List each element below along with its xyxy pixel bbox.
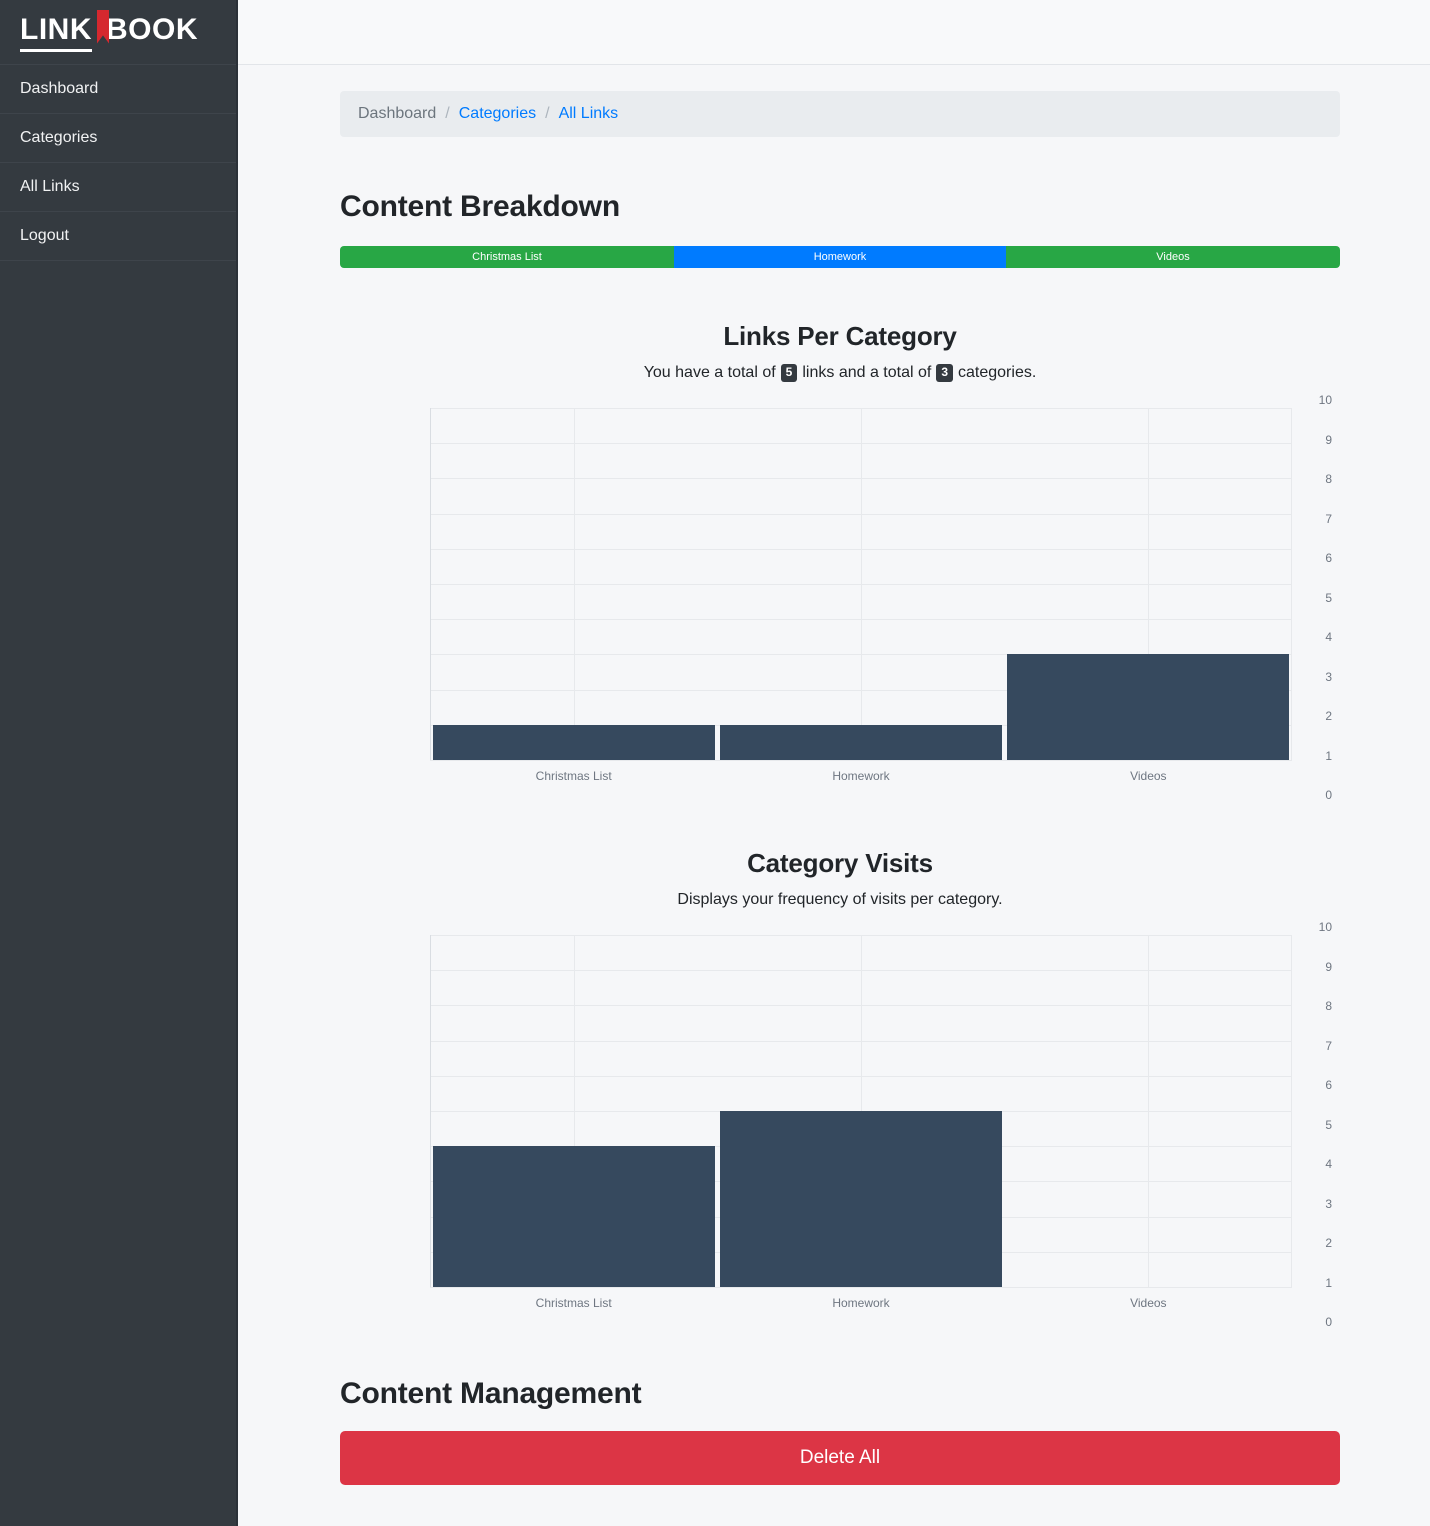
sidebar-item-categories[interactable]: Categories: [0, 114, 236, 163]
app-root: LINK BOOK Dashboard Categories All Links…: [0, 0, 1430, 1526]
sidebar-item-label: All Links: [20, 178, 80, 195]
subtitle-text-part3: categories.: [958, 364, 1037, 381]
y-axis-tick-label: 2: [1325, 1236, 1332, 1250]
subtitle-text-part1: You have a total of: [643, 364, 776, 381]
sidebar-item-label: Dashboard: [20, 80, 99, 97]
gridline-vertical: [1291, 408, 1292, 760]
topbar: [238, 0, 1430, 65]
gridline-vertical: [573, 408, 575, 760]
segment-homework[interactable]: Homework: [674, 246, 1006, 268]
chart-title: Links Per Category: [723, 321, 957, 351]
sidebar-item-dashboard[interactable]: Dashboard: [0, 65, 236, 114]
content-management-title: Content Management: [340, 1377, 642, 1410]
sidebar-nav: Dashboard Categories All Links Logout: [0, 65, 236, 261]
y-axis-tick-label: 4: [1325, 1157, 1332, 1171]
segment-christmas-list[interactable]: Christmas List: [340, 246, 674, 268]
y-axis-tick-label: 9: [1325, 432, 1332, 447]
gridline-vertical: [861, 408, 862, 760]
breadcrumb-separator: /: [445, 105, 450, 122]
delete-all-button[interactable]: Delete All: [340, 1431, 1340, 1485]
gridline-horizontal: [430, 1287, 1292, 1288]
chart-subtitle: Displays your frequency of visits per ca…: [340, 891, 1340, 909]
y-axis-line: [430, 935, 431, 1287]
y-axis-tick-label: 1: [1325, 1275, 1332, 1290]
sidebar-item-all-links[interactable]: All Links: [0, 163, 236, 212]
chart-links-per-category: Links Per Category You have a total of 5…: [340, 321, 1340, 802]
x-axis-tick-label: Christmas List: [535, 769, 612, 783]
y-axis-line: [430, 408, 431, 760]
y-axis-tick-label: 5: [1325, 1117, 1332, 1132]
chart-title: Category Visits: [747, 848, 933, 878]
x-axis-tick-label: Homework: [832, 769, 890, 783]
chart-category-visits: Category Visits Displays your frequency …: [340, 848, 1340, 1329]
bar-homework[interactable]: [719, 724, 1003, 760]
y-axis-tick-label: 8: [1325, 472, 1332, 486]
gridline-vertical: [1148, 935, 1150, 1287]
y-axis-tick-label: 5: [1325, 590, 1332, 605]
x-axis-tick-label: Christmas List: [535, 1296, 612, 1310]
bar-videos[interactable]: [1007, 654, 1290, 760]
main-content: Dashboard / Categories / All Links Conte…: [238, 0, 1430, 1526]
brand-text-link: LINK: [20, 13, 92, 52]
y-axis-tick-label: 3: [1325, 1196, 1332, 1211]
y-axis-tick-label: 6: [1325, 551, 1332, 565]
content-container: Dashboard / Categories / All Links Conte…: [238, 65, 1430, 1485]
gridline-horizontal: [430, 760, 1292, 761]
sidebar-item-logout[interactable]: Logout: [0, 212, 236, 261]
y-axis-tick-label: 8: [1325, 999, 1332, 1013]
y-axis-tick-label: 6: [1325, 1078, 1332, 1092]
page-title: Content Breakdown: [340, 190, 620, 223]
y-axis-tick-label: 1: [1325, 748, 1332, 763]
segment-videos[interactable]: Videos: [1006, 246, 1340, 268]
bar-chart-plot: 0 1 2 3 4 5 6 7 8 9 10 Christmas List Homework Videos: [340, 393, 1340, 802]
plot-area: [430, 408, 1292, 761]
x-axis-tick-label: Homework: [832, 1296, 890, 1310]
y-axis-tick-label: 7: [1325, 511, 1332, 526]
breadcrumb-item-all-links[interactable]: All Links: [559, 105, 619, 123]
gridline-vertical: [1291, 935, 1292, 1287]
x-axis-tick-label: Videos: [1130, 1296, 1167, 1310]
plot-area: [430, 935, 1292, 1288]
brand-logo[interactable]: LINK BOOK: [0, 0, 236, 65]
subtitle-text-part2: links and a total of: [802, 364, 932, 381]
bar-christmas-list[interactable]: [432, 1146, 715, 1287]
bar-chart-plot: 0 1 2 3 4 5 6 7 8 9 10 Christmas List Homework Videos: [340, 920, 1340, 1329]
y-axis-tick-label: 4: [1325, 630, 1332, 644]
y-axis-tick-label: 0: [1325, 1315, 1332, 1329]
y-axis-tick-label: 0: [1325, 788, 1332, 802]
sidebar-item-label: Logout: [20, 227, 69, 244]
breadcrumb-item-dashboard: Dashboard: [358, 105, 437, 122]
segment-label: Videos: [1156, 251, 1190, 263]
y-axis-tick-label: 2: [1325, 709, 1332, 723]
breadcrumb-separator: /: [545, 105, 550, 122]
subtitle-text: Displays your frequency of visits per ca…: [677, 891, 1003, 908]
y-axis-tick-label: 10: [1318, 393, 1332, 407]
sidebar: LINK BOOK Dashboard Categories All Links…: [0, 0, 238, 1526]
breadcrumb-item-categories[interactable]: Categories: [459, 105, 536, 123]
y-axis-tick-label: 3: [1325, 669, 1332, 684]
bar-christmas-list[interactable]: [432, 724, 715, 760]
total-links-badge: 5: [780, 364, 798, 382]
segment-label: Christmas List: [472, 251, 542, 263]
x-axis-tick-label: Videos: [1130, 769, 1167, 783]
total-categories-badge: 3: [936, 364, 954, 382]
sidebar-item-label: Categories: [20, 129, 98, 146]
y-axis-tick-label: 10: [1318, 920, 1332, 934]
bar-homework[interactable]: [719, 1111, 1003, 1287]
category-segment-bar: Christmas List Homework Videos: [340, 246, 1340, 268]
y-axis-tick-label: 7: [1325, 1038, 1332, 1053]
y-axis-tick-label: 9: [1325, 959, 1332, 974]
breadcrumb: Dashboard / Categories / All Links: [340, 91, 1340, 137]
chart-subtitle: You have a total of 5 links and a total …: [340, 364, 1340, 382]
segment-label: Homework: [813, 251, 867, 263]
